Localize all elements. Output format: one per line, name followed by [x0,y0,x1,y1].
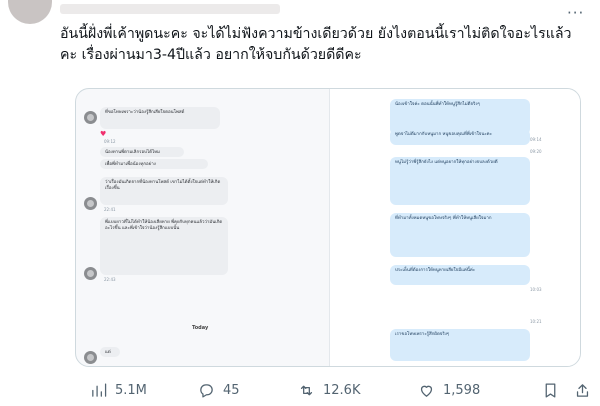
more-icon[interactable]: ··· [567,4,584,22]
chat-timestamp: 09:14 [530,137,542,142]
chat-bubble: พูดจาไม่ดีมากกับหนูมาก หนูขอบคุณที่พี่เข… [390,129,530,145]
attached-image[interactable]: ที่ขอโทษเพราะว่าน้องรู้สึกเสียใจตอนโพสต์… [75,88,581,367]
views-icon [92,382,107,397]
share-icon [576,383,589,397]
tweet-header [60,4,280,14]
chat-bubble: น้องทานพี่ตามเลิกรอบได้ไหม [100,147,184,157]
chat-bubble: เพื่อพี่ทำมาเพื่อน้องทุกอย่าง [100,159,208,169]
views-count: 5.1M [115,382,147,398]
avatar[interactable] [8,0,52,24]
share-button[interactable] [574,378,591,402]
bookmark-button[interactable] [542,378,559,402]
heart-icon: ♥ [100,130,107,138]
chat-timestamp: 22:41 [104,207,116,212]
like-button[interactable]: 1,598 [418,378,480,402]
repost-count: 12.6K [323,382,361,398]
date-divider: Today [192,325,209,331]
chat-bubble: ประเด็นที่ต้องการให้หนูหายเสียใจมีแค่นี้… [390,265,530,285]
repost-icon [300,385,313,395]
chat-bubble: หนูไม่รู้ว่าพี่รู้สึกยังไง แต่หนูอยากให้… [390,157,530,205]
reply-icon [200,383,213,398]
bookmark-icon [545,382,556,398]
tweet-actions: 5.1M 45 12.6K 1,598 [60,378,595,402]
chat-left-column: ที่ขอโทษเพราะว่าน้องรู้สึกเสียใจตอนโพสต์… [76,89,329,366]
chat-bubble: พี่แบบยาวที่ไม่ได้ทำให้น้องเสียหาย พี่คุ… [100,217,228,275]
chat-avatar [84,197,97,210]
tweet-text-line-2: คะ เรื่องผ่านมา3-4ปีแล้ว อยากให้จบกันด้ว… [60,47,362,63]
chat-timestamp: 10:21 [530,319,542,324]
chat-timestamp: 10:03 [530,287,542,292]
chat-right-column: น้องเข้าใจค่ะ ตอนนั้นพี่ทำให้หนูรู้สึกไม… [329,89,580,366]
chat-bubble: เราขอโทษเพราะรู้สึกผิดจริงๆ [390,329,530,361]
chat-avatar [84,111,97,124]
chat-bubble: ที่ทำมาทั้งหมดหนูขอโทษจริงๆ พี่ทำให้หนูเ… [390,213,530,257]
tweet-text-line-1: อันนี้ฝั่งพี่เค้าพูดนะคะ จะได้ไม่ฟังความ… [60,26,572,42]
like-count: 1,598 [443,382,481,398]
reply-count: 45 [223,382,240,398]
chat-bubble: ว่าเรื่องมันเกิดจากที่น้องทานโพสต์ เขาไม… [100,177,228,205]
chat-timestamp: 22:43 [104,277,116,282]
views-button[interactable]: 5.1M [90,378,147,402]
like-icon [420,385,433,397]
chat-bubble: แต่ [100,347,120,357]
repost-button[interactable]: 12.6K [298,378,360,402]
chat-screenshot: ที่ขอโทษเพราะว่าน้องรู้สึกเสียใจตอนโพสต์… [76,89,580,366]
chat-avatar [84,351,97,364]
chat-timestamp: 09:20 [530,149,542,154]
tweet-text: อันนี้ฝั่งพี่เค้าพูดนะคะ จะได้ไม่ฟังความ… [60,24,580,66]
tweet: ··· อันนี้ฝั่งพี่เค้าพูดนะคะ จะได้ไม่ฟัง… [0,0,600,406]
chat-avatar [84,267,97,280]
chat-timestamp: 09:12 [104,139,116,144]
reply-button[interactable]: 45 [198,378,240,402]
chat-bubble: ที่ขอโทษเพราะว่าน้องรู้สึกเสียใจตอนโพสต์ [100,107,220,129]
